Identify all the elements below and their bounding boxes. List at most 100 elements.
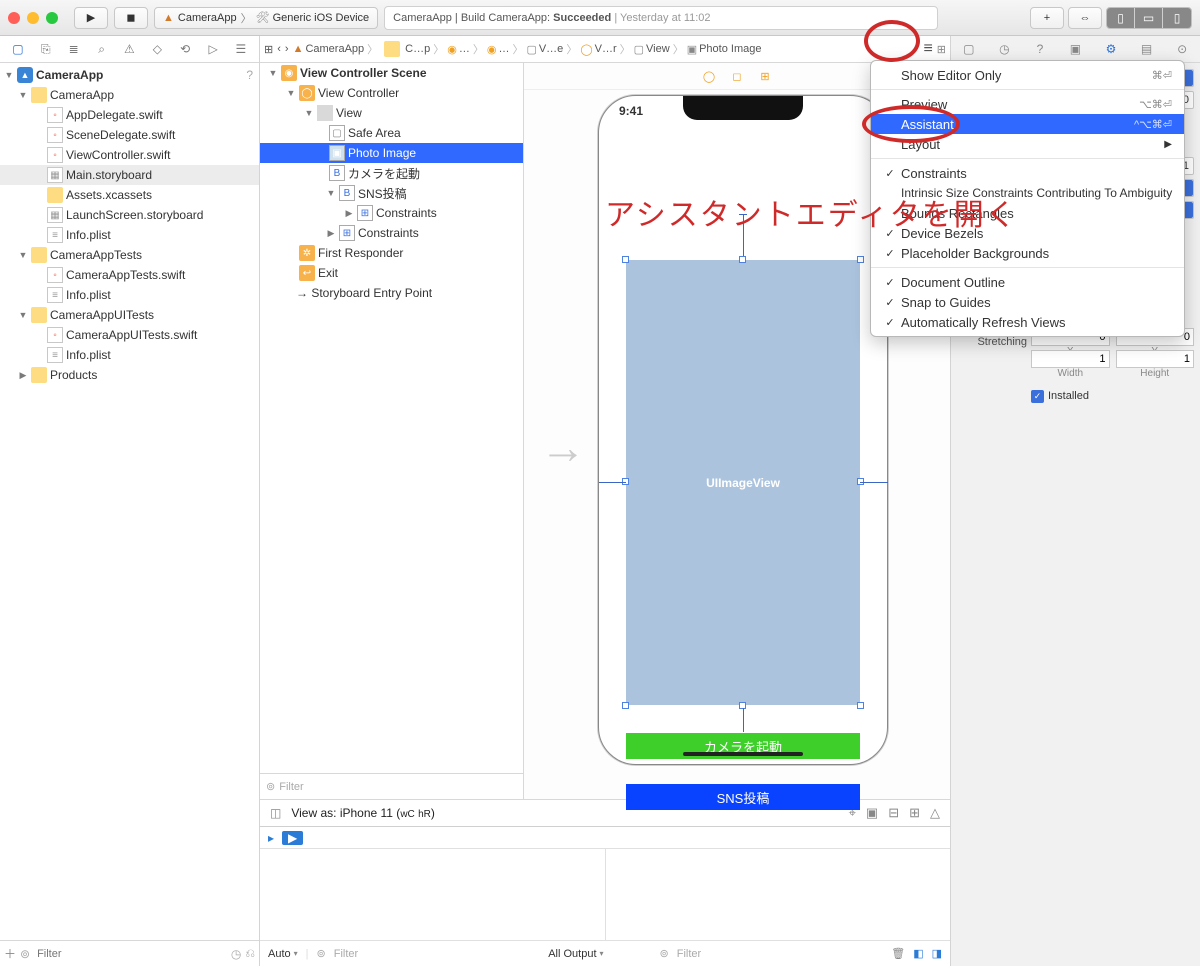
file-row[interactable]: ≡Info.plist [0, 225, 259, 245]
recent-icon[interactable]: ◷ [231, 947, 241, 961]
sns-row[interactable]: ▼BSNS投稿 [260, 183, 523, 203]
test-nav-icon[interactable]: ◇ [148, 42, 166, 56]
run-button[interactable]: ▶ [74, 7, 108, 29]
forward-icon[interactable]: › [285, 43, 289, 55]
stop-button[interactable]: ◼ [114, 7, 148, 29]
symbol-nav-icon[interactable]: ≣ [65, 42, 83, 56]
help-icon[interactable]: ? [246, 68, 253, 82]
right-panel-icon[interactable]: ▯ [1163, 8, 1191, 28]
safe-area-row[interactable]: ▢Safe Area [260, 123, 523, 143]
auto-dropdown[interactable]: Auto [268, 948, 298, 960]
menu-preview[interactable]: Preview⌥⌘⏎ [871, 94, 1184, 114]
resize-handle[interactable] [857, 702, 864, 709]
scene-row[interactable]: ▼◉View Controller Scene [260, 63, 523, 83]
file-insp-icon[interactable]: ▢ [960, 42, 978, 56]
resize-handle[interactable] [622, 702, 629, 709]
menu-doc-outline[interactable]: ✓Document Outline [871, 272, 1184, 292]
file-row[interactable]: ◦CameraAppUITests.swift [0, 325, 259, 345]
file-row[interactable]: ◦AppDelegate.swift [0, 105, 259, 125]
left-panel-icon[interactable]: ◧ [913, 947, 923, 960]
first-responder-row[interactable]: ✲First Responder [260, 243, 523, 263]
report-nav-icon[interactable]: ☰ [232, 42, 250, 56]
menu-show-editor-only[interactable]: Show Editor Only⌘⏎ [871, 65, 1184, 85]
navigator-filter[interactable] [34, 944, 227, 964]
obj-icon[interactable]: ◻ [730, 69, 744, 83]
pin-icon[interactable]: ⊞ [909, 805, 920, 821]
editor-options-icon[interactable]: ≡ [923, 40, 932, 58]
file-row[interactable]: ◦CameraAppTests.swift [0, 265, 259, 285]
back-icon[interactable]: ‹ [277, 43, 281, 55]
stretch-h[interactable] [1116, 350, 1195, 368]
all-output-dropdown[interactable]: All Output [548, 948, 603, 960]
breakpoint-icon[interactable]: ▶ [282, 831, 303, 845]
file-row[interactable]: ≡Info.plist [0, 285, 259, 305]
minimize-icon[interactable] [27, 12, 39, 24]
library-button[interactable]: + [1030, 7, 1064, 29]
inspector-tabs[interactable]: ▢ ◷ ? ▣ ⚙ ▤ ⊙ [951, 36, 1200, 63]
related-items-icon[interactable]: ⊞ [264, 43, 273, 56]
add-editor-icon[interactable]: ⊞ [937, 43, 946, 56]
window-controls[interactable] [8, 12, 58, 24]
file-row[interactable]: Assets.xcassets [0, 185, 259, 205]
group-tests[interactable]: ▼CameraAppTests [0, 245, 259, 265]
file-row-selected[interactable]: ▦Main.storyboard [0, 165, 259, 185]
menu-assistant[interactable]: Assistant^⌥⌘⏎ [871, 114, 1184, 134]
scheme-selector[interactable]: ▲ CameraApp 〉 🛠 Generic iOS Device [154, 7, 378, 29]
filter-icon[interactable]: ⊚ [266, 780, 275, 793]
exit-row[interactable]: ↩Exit [260, 263, 523, 283]
camera-button-row[interactable]: Bカメラを起動 [260, 163, 523, 183]
menu-placeholder[interactable]: ✓Placeholder Backgrounds [871, 243, 1184, 263]
history-insp-icon[interactable]: ◷ [995, 42, 1013, 56]
attributes-insp-icon[interactable]: ⚙ [1102, 42, 1120, 56]
obj-icon[interactable]: ⊞ [758, 69, 772, 83]
sns-button[interactable]: SNS投稿 [626, 784, 860, 810]
embed-icon[interactable]: ▣ [866, 805, 878, 821]
break-nav-icon[interactable]: ▷ [204, 42, 222, 56]
scm-icon[interactable]: ⎌ [245, 946, 255, 961]
view-row[interactable]: ▼View [260, 103, 523, 123]
group-cameraapp[interactable]: ▼ CameraApp [0, 85, 259, 105]
file-row[interactable]: ≡Info.plist [0, 345, 259, 365]
debug-toggle-icon[interactable]: ▸ [268, 831, 274, 845]
entry-row[interactable]: → Storyboard Entry Point [260, 283, 523, 303]
zoom-icon[interactable] [46, 12, 58, 24]
navigator-tabs[interactable]: ▢ ⎘ ≣ ⌕ ⚠ ◇ ⟲ ▷ ☰ [0, 36, 259, 63]
installed-checkbox[interactable]: ✓ [1031, 390, 1044, 403]
uiimageview[interactable]: UIImageView [626, 260, 860, 705]
identity-insp-icon[interactable]: ▣ [1066, 42, 1084, 56]
close-icon[interactable] [8, 12, 20, 24]
trash-icon[interactable]: 🗑 [891, 947, 905, 960]
filter-icon[interactable]: ⊚ [317, 947, 326, 960]
source-control-icon[interactable]: ⎘ [37, 42, 55, 57]
stretch-w[interactable] [1031, 350, 1110, 368]
group-uitests[interactable]: ▼CameraAppUITests [0, 305, 259, 325]
filter-icon[interactable]: ⊚ [20, 947, 30, 961]
size-insp-icon[interactable]: ▤ [1138, 42, 1156, 56]
jump-bar[interactable]: ⊞ ‹ › ▲CameraApp〉 C…p〉 ◉…〉 ◉…〉 ▢V…e〉 ◯V…… [260, 36, 950, 63]
menu-snap[interactable]: ✓Snap to Guides [871, 292, 1184, 312]
file-row[interactable]: ◦SceneDelegate.swift [0, 125, 259, 145]
code-review-button[interactable]: ⇔ [1068, 7, 1102, 29]
menu-refresh[interactable]: ✓Automatically Refresh Views [871, 312, 1184, 332]
issue-nav-icon[interactable]: ⚠ [120, 42, 138, 56]
resize-handle[interactable] [739, 256, 746, 263]
add-icon[interactable]: ＋ [4, 945, 16, 962]
file-row[interactable]: ▦LaunchScreen.storyboard [0, 205, 259, 225]
connections-insp-icon[interactable]: ⊙ [1173, 42, 1191, 56]
resolve-icon[interactable]: △ [930, 805, 940, 821]
resize-handle[interactable] [622, 256, 629, 263]
panel-toggle[interactable]: ▯ ▭ ▯ [1106, 7, 1192, 29]
constraints-row[interactable]: ▶⊞Constraints [260, 223, 523, 243]
file-row[interactable]: ◦ViewController.swift [0, 145, 259, 165]
constraints-row[interactable]: ▶⊞Constraints [260, 203, 523, 223]
group-products[interactable]: ▶Products [0, 365, 259, 385]
outline-filter[interactable]: Filter [279, 781, 303, 793]
right-panel-icon[interactable]: ◨ [932, 947, 942, 960]
bottom-panel-icon[interactable]: ▭ [1135, 8, 1163, 28]
menu-layout[interactable]: Layout▶ [871, 134, 1184, 154]
project-nav-icon[interactable]: ▢ [9, 42, 27, 56]
filter-icon[interactable]: ⊚ [660, 947, 669, 960]
align-icon[interactable]: ⊟ [888, 805, 899, 821]
left-panel-icon[interactable]: ▯ [1107, 8, 1135, 28]
find-nav-icon[interactable]: ⌕ [93, 42, 111, 57]
